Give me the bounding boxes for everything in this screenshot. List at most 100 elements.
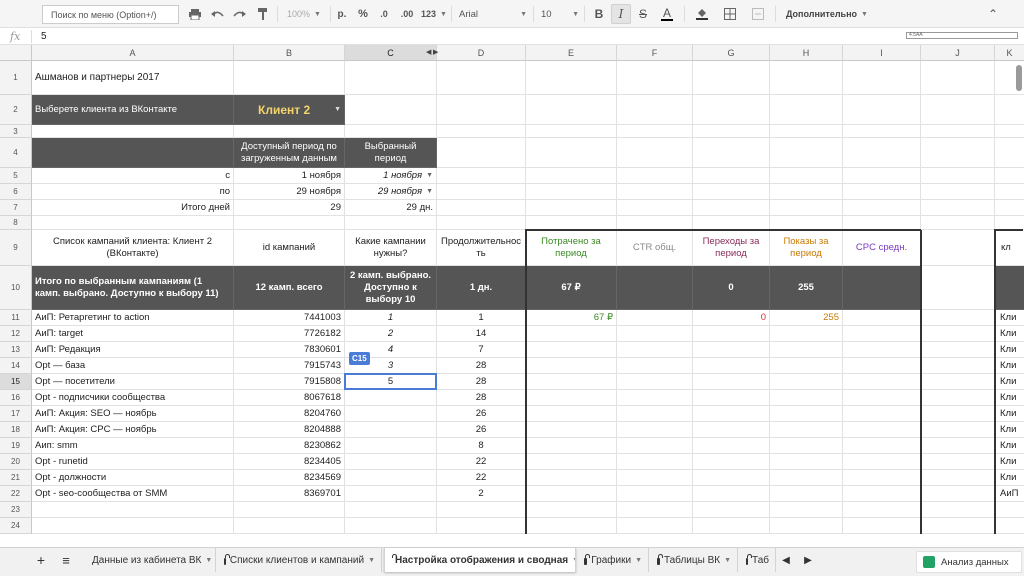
- grid-cell[interactable]: [843, 470, 921, 486]
- grid-cell[interactable]: [843, 200, 921, 216]
- grid-cell[interactable]: [437, 95, 526, 125]
- grid-cell[interactable]: [921, 184, 995, 200]
- campaign-client[interactable]: Кли: [995, 342, 1024, 358]
- decrease-decimal-button[interactable]: .0: [376, 4, 392, 24]
- grid-cell[interactable]: [921, 486, 995, 502]
- font-size-select[interactable]: 10 ▼: [541, 4, 579, 24]
- grid-cell[interactable]: [617, 502, 693, 518]
- grid-cell[interactable]: [770, 470, 843, 486]
- grid-cell[interactable]: [693, 95, 770, 125]
- grid-cell[interactable]: [693, 454, 770, 470]
- column-header[interactable]: H: [770, 45, 843, 61]
- campaign-name[interactable]: Opt — база: [32, 358, 234, 374]
- row-header[interactable]: 10: [0, 266, 32, 310]
- total-impressions[interactable]: 255: [770, 266, 843, 310]
- choose-client-label[interactable]: Выберете клиента из ВКонтакте: [32, 95, 234, 125]
- grid-cell[interactable]: [921, 406, 995, 422]
- grid-cell[interactable]: [995, 184, 1024, 200]
- campaign-duration[interactable]: 22: [437, 454, 526, 470]
- sheet-tab[interactable]: Таб: [740, 548, 776, 572]
- campaign-id[interactable]: 7830601: [234, 342, 345, 358]
- collapse-icon[interactable]: ⌃: [984, 4, 1002, 24]
- period-selected-header[interactable]: Выбранный период: [345, 138, 437, 168]
- row-header[interactable]: 15: [0, 374, 32, 390]
- campaign-needed[interactable]: [345, 390, 437, 406]
- duration-header[interactable]: Продолжительность: [437, 230, 526, 266]
- chevron-down-icon[interactable]: ▼: [635, 557, 642, 564]
- campaign-needed[interactable]: [345, 470, 437, 486]
- undo-icon[interactable]: [208, 4, 226, 24]
- fill-color-icon[interactable]: [690, 4, 714, 24]
- grid-cell[interactable]: [921, 454, 995, 470]
- grid-cell[interactable]: [234, 216, 345, 230]
- spreadsheet-grid[interactable]: A B C D E F G H I J K ◀ ▶ 1 2 3 4 5 6 7 8 9 10 11 12 13 14 15 16 17 18…: [0, 45, 1024, 547]
- grid-cell[interactable]: [526, 342, 617, 358]
- grid-cell[interactable]: [921, 266, 995, 310]
- grid-cell[interactable]: [921, 374, 995, 390]
- campaign-duration[interactable]: 28: [437, 374, 526, 390]
- grid-cell[interactable]: [843, 502, 921, 518]
- row-header[interactable]: 7: [0, 200, 32, 216]
- sheet-tab[interactable]: Настройка отображения и сводная▼: [384, 548, 576, 572]
- column-header[interactable]: J: [921, 45, 995, 61]
- row-header[interactable]: 21: [0, 470, 32, 486]
- row-header[interactable]: 12: [0, 326, 32, 342]
- grid-cell[interactable]: [843, 216, 921, 230]
- grid-cell[interactable]: [693, 125, 770, 138]
- sheet-tab[interactable]: Таблицы ВК ▼: [651, 548, 738, 572]
- grid-cell[interactable]: [526, 422, 617, 438]
- grid-cell[interactable]: [843, 358, 921, 374]
- column-header[interactable]: C: [345, 45, 437, 61]
- campaign-duration[interactable]: 28: [437, 390, 526, 406]
- grid-cell[interactable]: [770, 184, 843, 200]
- grid-cell[interactable]: [770, 168, 843, 184]
- grid-cell[interactable]: [921, 95, 995, 125]
- add-sheet-button[interactable]: +: [30, 548, 52, 572]
- chevron-down-icon[interactable]: ▼: [334, 106, 341, 113]
- row-header[interactable]: 9: [0, 230, 32, 266]
- grid-cell[interactable]: [617, 406, 693, 422]
- row-header[interactable]: 24: [0, 518, 32, 534]
- total-k[interactable]: [995, 266, 1024, 310]
- grid-cell[interactable]: [921, 326, 995, 342]
- row-header[interactable]: 5: [0, 168, 32, 184]
- days-available[interactable]: 29: [234, 200, 345, 216]
- campaign-duration[interactable]: 26: [437, 422, 526, 438]
- grid-cell[interactable]: [843, 422, 921, 438]
- grid-cell[interactable]: [617, 95, 693, 125]
- grid-cell[interactable]: [843, 518, 921, 534]
- campaign-id[interactable]: 8204760: [234, 406, 345, 422]
- grid-cell[interactable]: [843, 438, 921, 454]
- cpc-header[interactable]: CPC средн.: [843, 230, 921, 266]
- grid-cell[interactable]: [770, 454, 843, 470]
- grid-cell[interactable]: [526, 438, 617, 454]
- grid-cell[interactable]: [921, 502, 995, 518]
- grid-cell[interactable]: [770, 138, 843, 168]
- grid-cell[interactable]: [770, 326, 843, 342]
- grid-cell[interactable]: [921, 518, 995, 534]
- grid-cell[interactable]: [843, 406, 921, 422]
- grid-cell[interactable]: [693, 374, 770, 390]
- period-header-blank[interactable]: [32, 138, 234, 168]
- grid-cell[interactable]: [32, 125, 234, 138]
- chevron-down-icon[interactable]: ▼: [572, 557, 575, 564]
- grid-cell[interactable]: [693, 502, 770, 518]
- grid-cell[interactable]: [526, 184, 617, 200]
- grid-cell[interactable]: [921, 61, 995, 95]
- grid-cell[interactable]: [526, 502, 617, 518]
- grid-cell[interactable]: [345, 61, 437, 95]
- campaign-id[interactable]: 8204888: [234, 422, 345, 438]
- grid-cell[interactable]: [770, 95, 843, 125]
- row-header[interactable]: 17: [0, 406, 32, 422]
- period-available-header[interactable]: Доступный период по загруженным данным: [234, 138, 345, 168]
- campaign-client[interactable]: Кли: [995, 422, 1024, 438]
- grid-cell[interactable]: [437, 502, 526, 518]
- campaign-needed[interactable]: [345, 454, 437, 470]
- grid-cell[interactable]: [617, 518, 693, 534]
- grid-cell[interactable]: [693, 168, 770, 184]
- grid-cell[interactable]: [526, 518, 617, 534]
- grid-cell[interactable]: [995, 518, 1024, 534]
- zoom-select[interactable]: 100% ▼: [284, 4, 324, 24]
- grid-cell[interactable]: [617, 374, 693, 390]
- strikethrough-button[interactable]: S: [634, 4, 652, 24]
